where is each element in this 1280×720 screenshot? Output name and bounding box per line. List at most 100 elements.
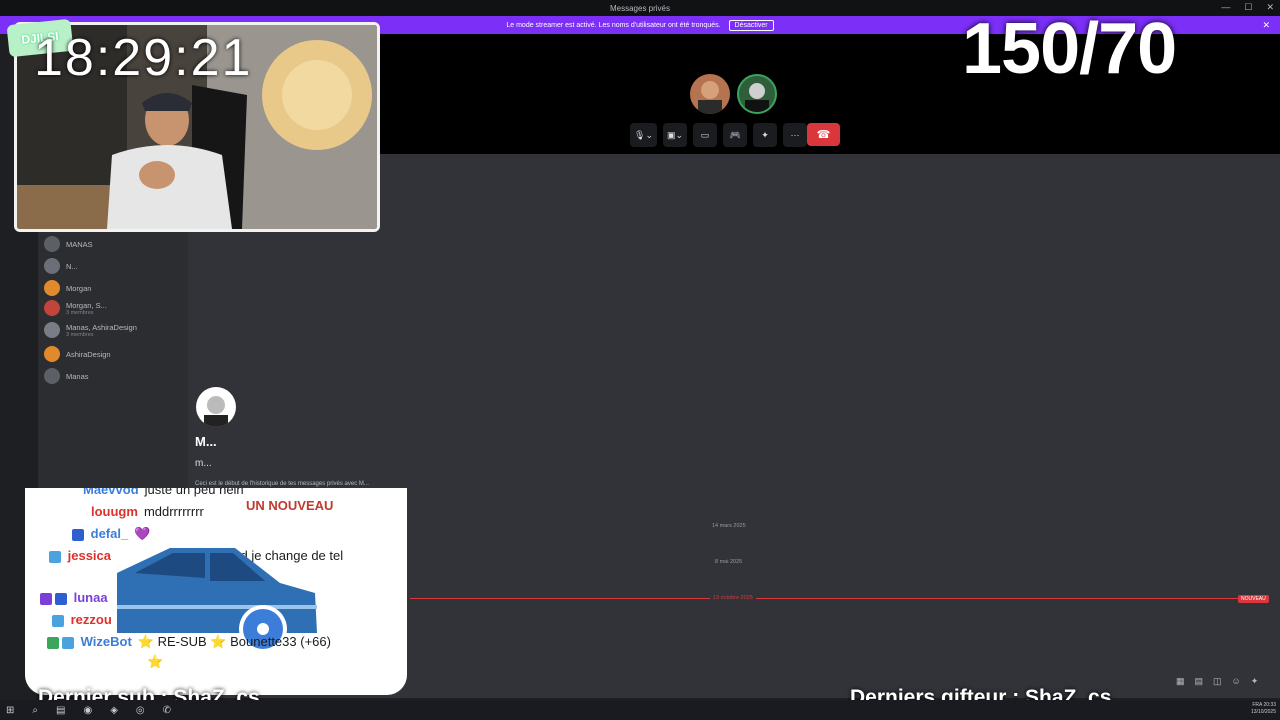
windows-taskbar: ⊞ ⌕ ▤ ◉ ◈ ◎ ✆ [0, 700, 1280, 720]
dm-item[interactable]: Manas [44, 368, 89, 384]
badge-icon [55, 592, 67, 605]
apps-icon[interactable]: ✦ [1251, 676, 1259, 687]
badge-icon [72, 528, 84, 541]
discord-icon[interactable]: ◈ [110, 705, 118, 716]
chat-line: Maevvod juste un peu hein [83, 488, 244, 497]
avatar [44, 258, 60, 274]
chat-username: defal_ [90, 526, 129, 541]
hang-up-button[interactable]: ☎ [807, 123, 840, 146]
chat-username: rezzou [70, 612, 112, 627]
dm-item[interactable]: Morgan [44, 280, 91, 296]
close-banner-icon[interactable]: ✕ [1262, 20, 1270, 31]
chat-username: louugm [91, 504, 138, 519]
camera-off-icon: ▣ [666, 129, 676, 140]
star-icon: ⭐ [137, 634, 158, 649]
maximize-icon[interactable]: ☐ [1244, 2, 1252, 13]
screen-share-icon: ▭ [700, 129, 710, 140]
chat-line: rezzou [52, 612, 118, 627]
dm-name: Manas, AshiraDesign [66, 322, 137, 332]
message-input-actions: ▦ ▤ ◫ ☺ ✦ [1176, 676, 1258, 687]
whatsapp-icon[interactable]: ✆ [163, 705, 171, 716]
dm-history-intro: Ceci est le début de l'historique de tes… [195, 481, 369, 487]
chat-text: 💜 [134, 526, 151, 541]
avatar [44, 346, 60, 362]
profile-username: m... [195, 458, 212, 469]
dm-name: AshiraDesign [66, 349, 111, 359]
chevron-down-icon: ⌄ [645, 129, 653, 140]
date-separator: 8 mai 2025 [715, 559, 743, 565]
dm-name: Manas [66, 371, 89, 381]
chat-line: WizeBot ⭐ RE-SUB ⭐ Bounette33 (+66) [47, 634, 331, 650]
call-controls: 🎙 ⌄ ▣ ⌄ ▭ 🎮 ✦ ··· [630, 122, 808, 148]
camera-toggle[interactable]: ▣ ⌄ [662, 123, 688, 147]
dm-item[interactable]: Manas, AshiraDesign 3 membres [44, 322, 137, 338]
banner-text: Le mode streamer est activé. Les noms d'… [506, 21, 721, 29]
date-separator-new: 13 octobre 2025 [710, 595, 756, 601]
new-sub-banner: UN NOUVEAU [246, 498, 334, 513]
avatar [44, 300, 60, 316]
badge-icon [40, 592, 52, 605]
microphone-icon: 🎙 [634, 129, 646, 140]
emoji-icon[interactable]: ☺ [1232, 676, 1241, 687]
screen-share-button[interactable]: ▭ [693, 123, 718, 147]
language-indicator[interactable]: FRA [1252, 702, 1262, 708]
chat-text: RE-SUB ⭐ Bounette33 (+66) [157, 634, 331, 649]
chat-line: defal_ 💜 [72, 526, 150, 542]
activities-button[interactable]: 🎮 [723, 123, 748, 147]
dm-name: MANAS [66, 239, 93, 249]
obs-icon[interactable]: ◎ [136, 705, 145, 716]
disable-streamer-button[interactable]: Désactiver [728, 19, 774, 31]
close-icon[interactable]: ✕ [1266, 2, 1274, 13]
avatar [44, 236, 60, 252]
dm-item[interactable]: Morgan, S... 3 membres [44, 300, 107, 316]
profile-avatar[interactable] [196, 387, 236, 427]
microphone-toggle[interactable]: 🎙 ⌄ [630, 123, 657, 147]
sticker-icon[interactable]: ◫ [1213, 676, 1222, 687]
chat-username: lunaa [73, 590, 108, 605]
tray-time: 20:33 [1263, 702, 1276, 708]
window-title: Messages privés [609, 3, 671, 13]
dm-name: N... [66, 261, 78, 271]
chat-text: mddrrrrrrrr [143, 504, 204, 519]
profile-name: M... [195, 434, 217, 449]
minimize-icon[interactable]: — [1221, 2, 1230, 13]
dm-members: 3 membres [66, 331, 94, 338]
more-options-button[interactable]: ··· [783, 123, 808, 147]
avatar [44, 368, 60, 384]
chat-line: lunaa [40, 590, 114, 605]
chat-username: WizeBot [80, 634, 132, 649]
chat-line: louugm mddrrrrrrrr [91, 504, 204, 519]
windows-start-icon[interactable]: ⊞ [6, 705, 14, 716]
call-participant-avatar[interactable] [690, 74, 730, 114]
phone-hangup-icon: ☎ [816, 129, 831, 141]
dm-item[interactable]: N... [44, 258, 78, 274]
call-participant-avatar[interactable] [737, 74, 777, 114]
soundboard-icon: ✦ [761, 129, 769, 140]
dm-name: Morgan, S... [66, 300, 107, 310]
badge-icon [52, 614, 64, 627]
chevron-down-icon: ⌄ [675, 129, 684, 140]
gamepad-icon: 🎮 [729, 129, 741, 140]
new-messages-divider [410, 598, 1238, 599]
gif-icon[interactable]: ▤ [1195, 676, 1204, 687]
badge-icon [49, 550, 61, 563]
stream-chat-overlay: Maevvod juste un peu hein louugm mddrrrrrr… [25, 488, 407, 695]
soundboard-button[interactable]: ✦ [753, 123, 778, 147]
chat-username: jessica [67, 548, 111, 563]
stream-clock: 18:29:21 [34, 29, 253, 87]
chat-username: Maevvod [83, 488, 139, 497]
file-explorer-icon[interactable]: ▤ [56, 705, 65, 716]
browser-icon[interactable]: ◉ [83, 705, 92, 716]
sub-goal-counter: 150/70 [962, 9, 1177, 89]
star-icon: ⭐ [147, 654, 164, 669]
chat-text: juste un peu hein [144, 488, 244, 497]
dm-item[interactable]: MANAS [44, 236, 93, 252]
search-icon[interactable]: ⌕ [32, 705, 38, 716]
dm-members: 3 membres [66, 309, 94, 316]
gift-icon[interactable]: ▦ [1176, 676, 1185, 687]
avatar [44, 280, 60, 296]
avatar [44, 322, 60, 338]
badge-icon [47, 636, 59, 649]
dm-name: Morgan [66, 283, 92, 293]
dm-item[interactable]: AshiraDesign [44, 346, 111, 362]
